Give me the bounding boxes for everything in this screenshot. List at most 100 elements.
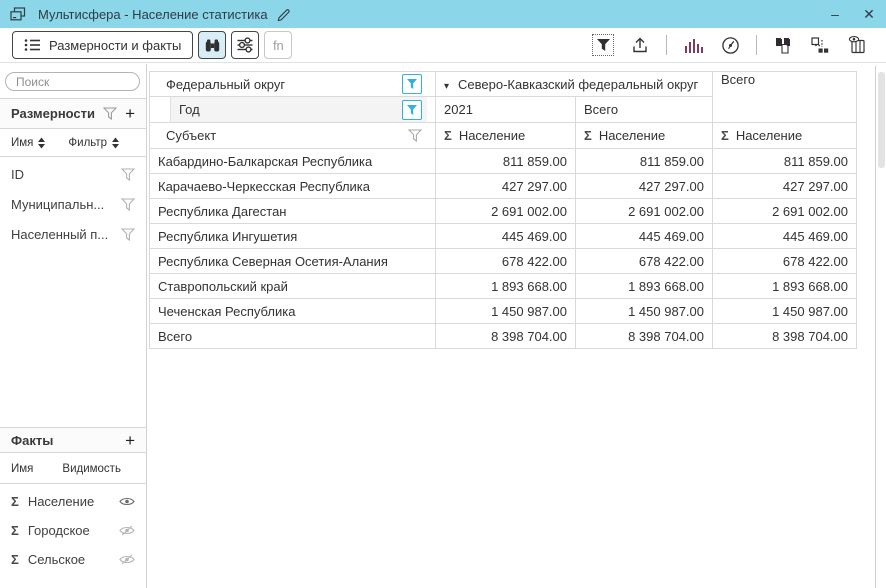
row-label-cell[interactable]: Республика Дагестан [150, 199, 436, 224]
row-label-cell[interactable]: Кабардино-Балкарская Республика [150, 149, 436, 174]
table-row: Чеченская Республика 1 450 987.00 1 450 … [150, 299, 857, 324]
funnel-outline-icon[interactable] [121, 198, 135, 211]
edit-title-icon[interactable] [277, 7, 292, 21]
search-input[interactable] [5, 72, 140, 91]
value-cell[interactable]: 1 450 987.00 [436, 299, 576, 324]
table-row: Кабардино-Балкарская Республика 811 859.… [150, 149, 857, 174]
value-cell[interactable]: 2 691 002.00 [436, 199, 576, 224]
table-row: Республика Ингушетия 445 469.00 445 469.… [150, 224, 857, 249]
settings-sliders-button[interactable] [231, 31, 259, 59]
value-cell[interactable]: 1 450 987.00 [713, 299, 857, 324]
toolbar-separator [666, 35, 667, 55]
sum-icon: Σ [11, 523, 19, 538]
funnel-outline-icon[interactable] [408, 129, 422, 142]
value-cell[interactable]: 1 893 668.00 [576, 274, 713, 299]
value-cell[interactable]: 445 469.00 [713, 224, 857, 249]
grand-total-header-cell[interactable]: Всего [713, 72, 857, 123]
value-cell[interactable]: 811 859.00 [436, 149, 576, 174]
fact-item-population[interactable]: Σ Население [0, 487, 146, 516]
minimize-button[interactable]: – [818, 0, 852, 28]
funnel-outline-icon[interactable] [121, 168, 135, 181]
measure-header-cell[interactable]: ΣНаселение [713, 123, 857, 149]
row-label-cell[interactable]: Чеченская Республика [150, 299, 436, 324]
sum-icon: Σ [444, 128, 452, 143]
toolbar: Размерности и факты [0, 28, 886, 63]
compass-icon[interactable] [719, 34, 741, 56]
hierarchy-icon[interactable] [809, 34, 831, 56]
fact-item-urban[interactable]: Σ Городское [0, 516, 146, 545]
view-data-icon[interactable] [846, 34, 868, 56]
filter-funnel-icon[interactable] [592, 34, 614, 56]
row-label-cell[interactable]: Республика Северная Осетия-Алания [150, 249, 436, 274]
value-cell[interactable]: 2 691 002.00 [713, 199, 857, 224]
funnel-outline-icon[interactable] [103, 107, 117, 120]
group-header-cell[interactable]: ▾Северо-Кавказский федеральный округ [436, 72, 713, 97]
year-header-cell[interactable]: 2021 [436, 97, 576, 123]
sliders-icon [236, 37, 254, 53]
value-cell[interactable]: 678 422.00 [713, 249, 857, 274]
collapse-triangle-icon[interactable]: ▾ [444, 81, 449, 92]
eye-hidden-icon[interactable] [119, 554, 135, 565]
value-cell[interactable]: 8 398 704.00 [576, 324, 713, 349]
find-button[interactable] [198, 31, 226, 59]
filter-federal-district-button[interactable] [402, 74, 422, 94]
value-cell[interactable]: 1 893 668.00 [713, 274, 857, 299]
value-cell[interactable]: 8 398 704.00 [436, 324, 576, 349]
row-label-cell[interactable]: Всего [150, 324, 436, 349]
column-chart-icon[interactable] [682, 34, 704, 56]
fn-button[interactable]: fn [264, 31, 292, 59]
row-field-cell[interactable]: Субъект [150, 123, 436, 149]
value-cell[interactable]: 445 469.00 [436, 224, 576, 249]
value-cell[interactable]: 427 297.00 [713, 174, 857, 199]
binoculars-icon [204, 38, 221, 53]
row-label-cell[interactable]: Карачаево-Черкесская Республика [150, 174, 436, 199]
dimensions-filter-column[interactable]: Фильтр [68, 137, 120, 149]
sub-field-cell[interactable]: Год [150, 97, 436, 123]
measure-header-cell[interactable]: ΣНаселение [436, 123, 576, 149]
value-cell[interactable]: 8 398 704.00 [713, 324, 857, 349]
dimensions-facts-button[interactable]: Размерности и факты [12, 31, 193, 59]
facts-visibility-column[interactable]: Видимость [62, 463, 121, 475]
toolbar-right [592, 34, 874, 56]
col-field-cell[interactable]: Федеральный округ [150, 72, 436, 97]
row-label-cell[interactable]: Ставропольский край [150, 274, 436, 299]
value-cell[interactable]: 2 691 002.00 [576, 199, 713, 224]
facts-name-column[interactable]: Имя [11, 463, 33, 475]
value-cell[interactable]: 427 297.00 [436, 174, 576, 199]
toolbar-separator [756, 35, 757, 55]
close-button[interactable]: ✕ [852, 0, 886, 28]
eye-visible-icon[interactable] [119, 496, 135, 507]
dimension-item-id[interactable]: ID [0, 159, 146, 189]
value-cell[interactable]: 427 297.00 [576, 174, 713, 199]
eye-hidden-icon[interactable] [119, 525, 135, 536]
cascade-windows-icon [10, 7, 26, 21]
value-cell[interactable]: 678 422.00 [576, 249, 713, 274]
fact-item-rural[interactable]: Σ Сельское [0, 545, 146, 574]
value-cell[interactable]: 678 422.00 [436, 249, 576, 274]
measure-header-cell[interactable]: ΣНаселение [576, 123, 713, 149]
vertical-scrollbar[interactable] [875, 66, 886, 588]
table-row: Республика Северная Осетия-Алания 678 42… [150, 249, 857, 274]
value-cell[interactable]: 811 859.00 [576, 149, 713, 174]
group-total-header-cell[interactable]: Всего [576, 97, 713, 123]
copy-icon[interactable] [772, 34, 794, 56]
filter-year-button[interactable] [402, 100, 422, 120]
pivot-table: Федеральный округ ▾Северо-Кавказский фед… [149, 71, 857, 349]
funnel-outline-icon[interactable] [121, 228, 135, 241]
row-label-cell[interactable]: Республика Ингушетия [150, 224, 436, 249]
scrollbar-thumb[interactable] [878, 72, 885, 168]
value-cell[interactable]: 811 859.00 [713, 149, 857, 174]
value-cell[interactable]: 445 469.00 [576, 224, 713, 249]
add-fact-button[interactable]: + [125, 432, 135, 449]
add-dimension-button[interactable]: + [125, 105, 135, 122]
facts-columns-header: Имя Видимость [0, 454, 146, 484]
export-icon[interactable] [629, 34, 651, 56]
dimension-item-municipal[interactable]: Муниципальн... [0, 189, 146, 219]
dimensions-name-column[interactable]: Имя [11, 137, 46, 149]
table-row: Карачаево-Черкесская Республика 427 297.… [150, 174, 857, 199]
dimension-item-settlement[interactable]: Населенный п... [0, 219, 146, 249]
title-bar: Мультисфера - Население статистика – ✕ [0, 0, 886, 28]
value-cell[interactable]: 1 450 987.00 [576, 299, 713, 324]
sum-icon: Σ [11, 552, 19, 567]
value-cell[interactable]: 1 893 668.00 [436, 274, 576, 299]
